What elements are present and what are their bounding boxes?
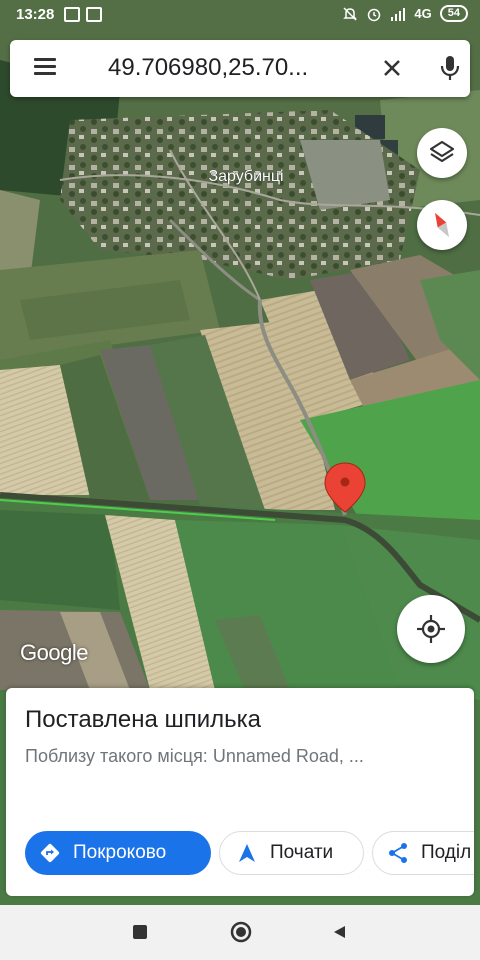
recent-apps-icon[interactable] <box>133 925 147 939</box>
hamburger-icon[interactable] <box>34 58 56 76</box>
mic-icon[interactable] <box>436 52 464 84</box>
layers-icon <box>429 140 455 163</box>
share-icon <box>389 843 407 863</box>
village-label: Зарубинці <box>208 168 283 185</box>
directions-label: Покроково <box>73 842 167 863</box>
download-notification-icon <box>86 7 102 22</box>
status-time: 13:28 <box>16 6 55 23</box>
signal-icon <box>391 7 406 21</box>
compass-icon <box>435 212 449 238</box>
battery-level: 54 <box>439 5 468 22</box>
place-title: Поставлена шпилька <box>25 706 262 733</box>
share-label: Поділ <box>421 842 472 863</box>
search-bar[interactable]: 49.706980,25.70... <box>10 40 470 97</box>
google-logo: Google <box>20 640 88 665</box>
directions-icon <box>40 843 60 863</box>
gallery-notification-icon <box>64 7 80 22</box>
directions-button[interactable]: Покроково <box>25 831 211 875</box>
my-location-button[interactable] <box>397 595 465 663</box>
search-query[interactable]: 49.706980,25.70... <box>108 54 308 82</box>
action-chips: Покроково Почати Поділ <box>25 831 474 875</box>
start-button[interactable]: Почати <box>219 831 364 875</box>
start-label: Почати <box>270 842 334 863</box>
status-bar: 13:28 4G 54 <box>0 0 480 30</box>
navigation-arrow-icon <box>239 844 255 862</box>
close-icon[interactable] <box>378 54 406 82</box>
network-type: 4G <box>414 6 432 21</box>
home-icon[interactable] <box>229 920 253 944</box>
my-location-icon <box>417 615 445 643</box>
compass-button[interactable] <box>417 200 467 250</box>
place-subtitle: Поблизу такого місця: Unnamed Road, ... <box>25 746 364 766</box>
place-card[interactable]: Поставлена шпилька Поблизу такого місця:… <box>6 688 474 896</box>
system-nav-bar <box>0 905 480 960</box>
share-button[interactable]: Поділ <box>372 831 474 875</box>
back-icon[interactable] <box>331 924 347 940</box>
layers-button[interactable] <box>417 128 467 178</box>
mute-icon <box>343 6 358 21</box>
alarm-icon <box>368 8 381 21</box>
